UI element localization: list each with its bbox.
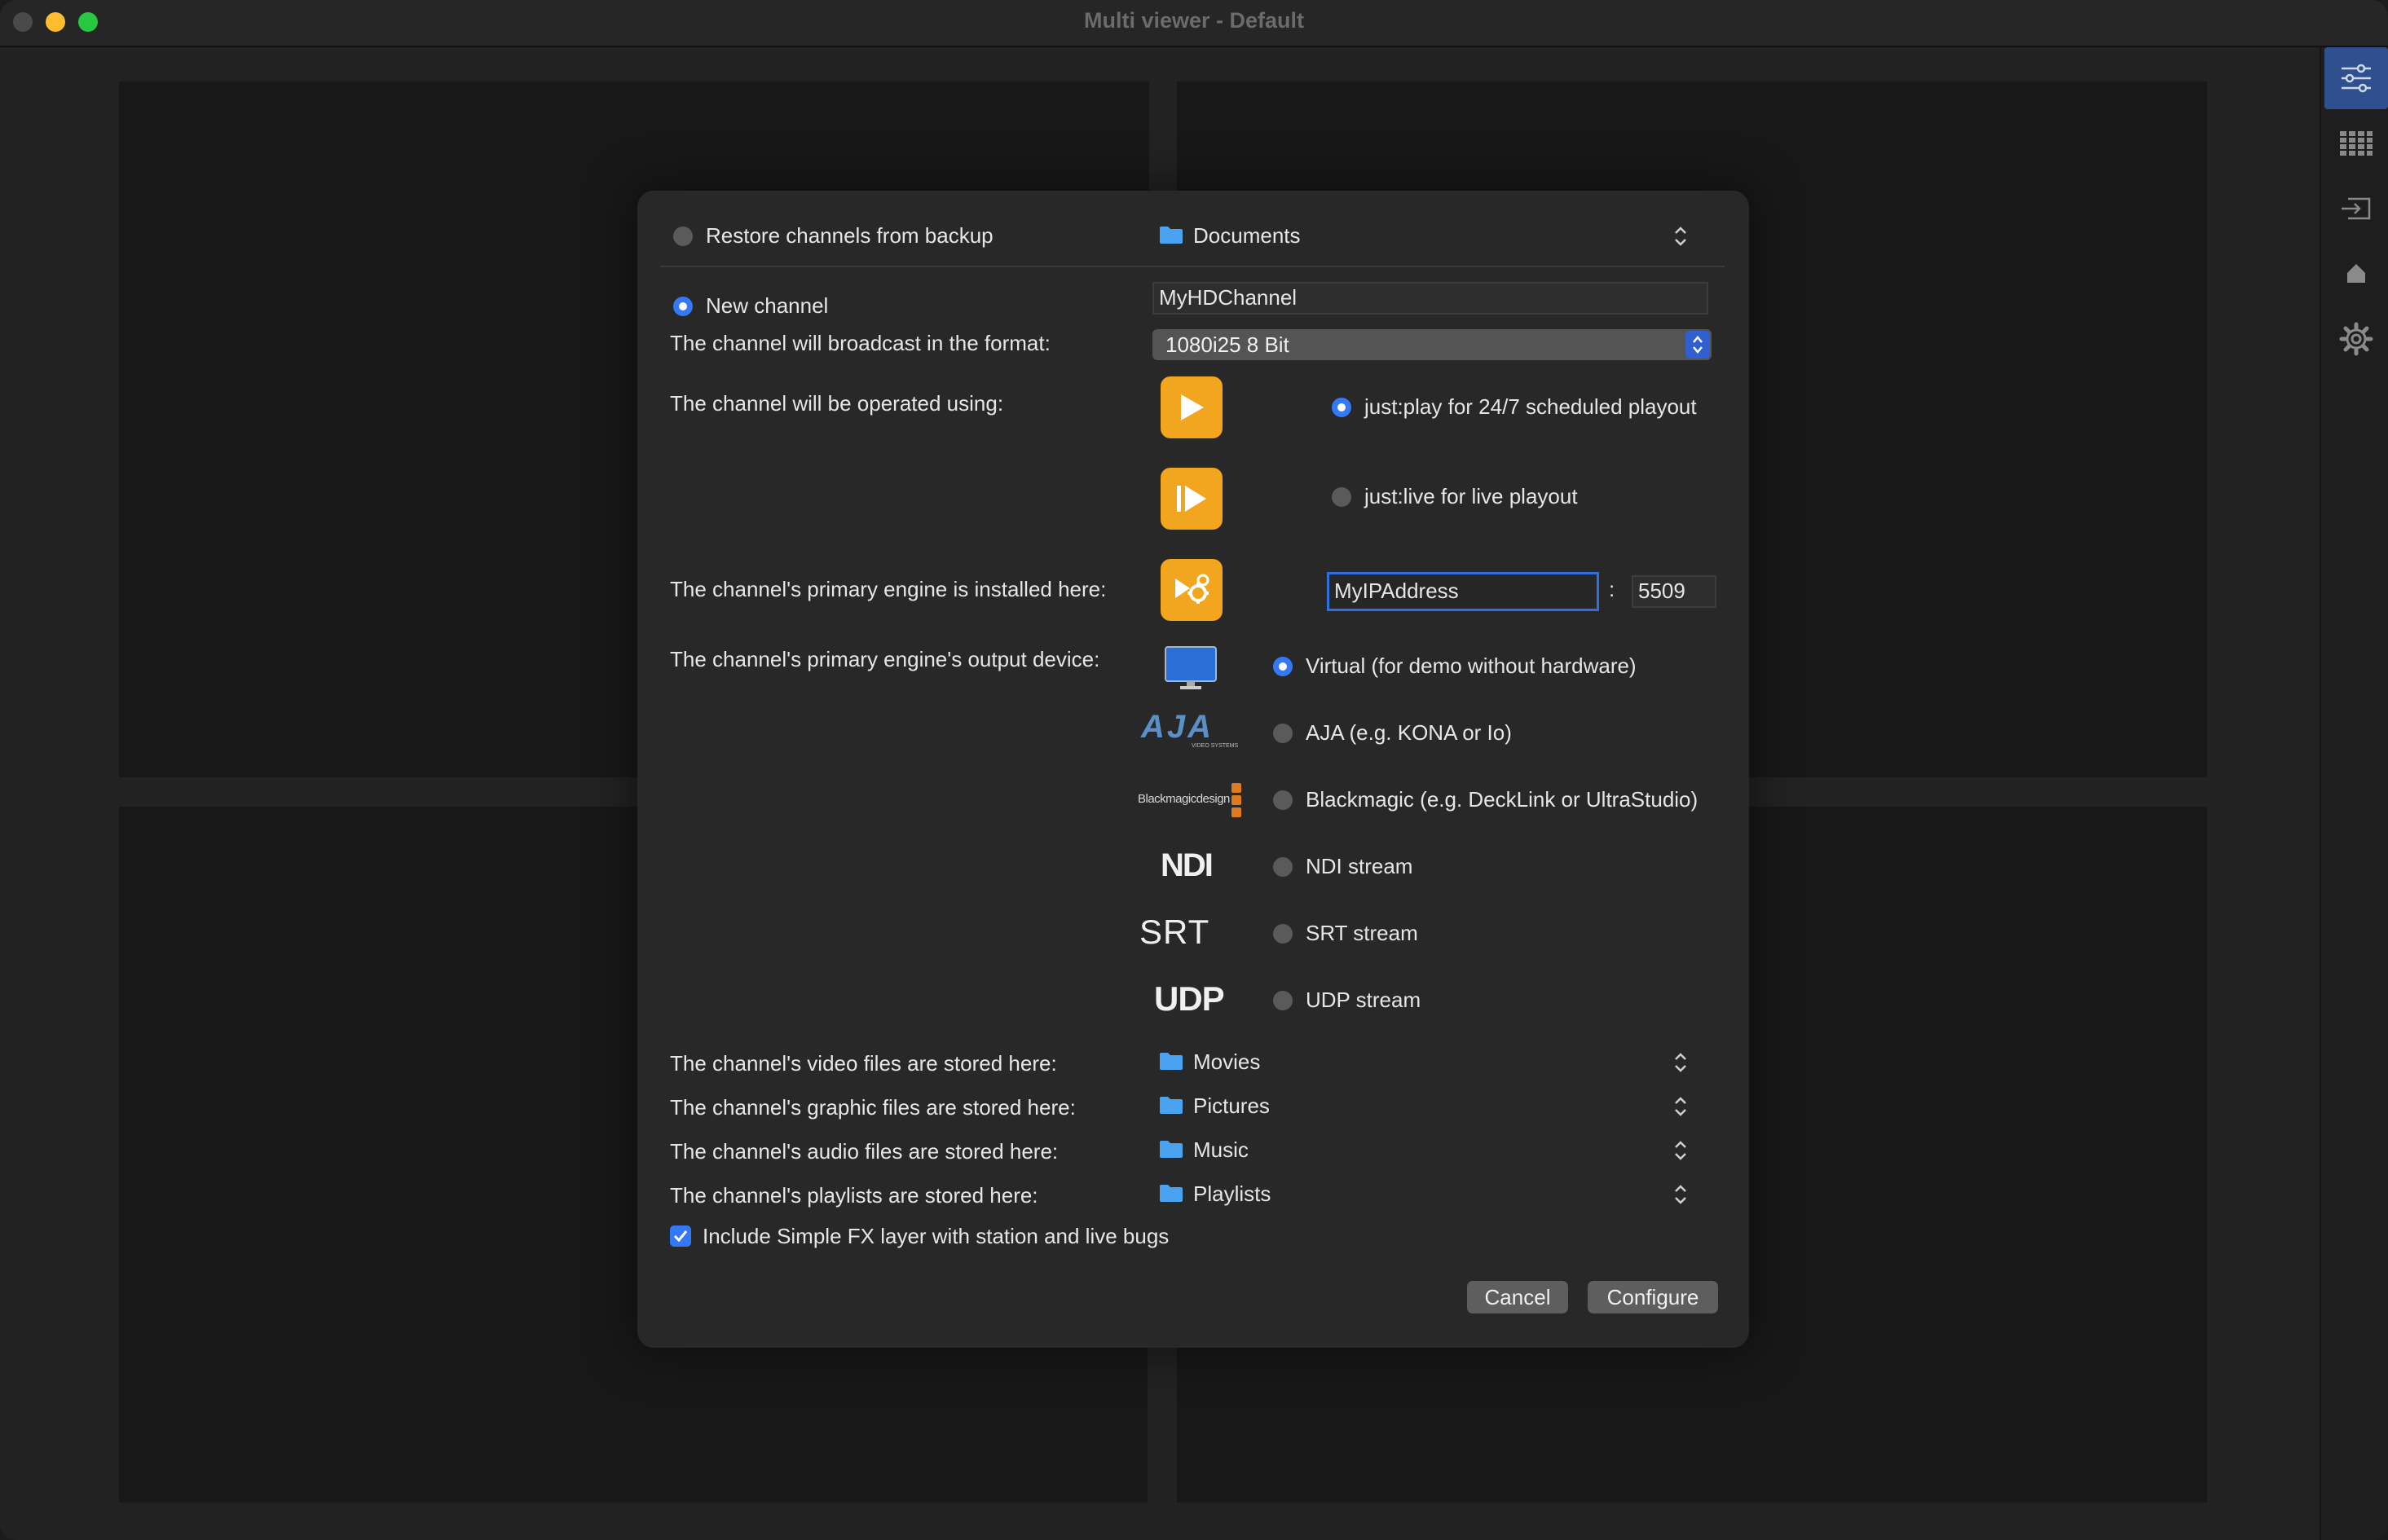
output-srt-radio[interactable] — [1273, 924, 1293, 944]
folder-icon — [1160, 1141, 1183, 1158]
output-label: The channel's primary engine's output de… — [670, 647, 1100, 671]
configure-button[interactable]: Configure — [1588, 1281, 1718, 1313]
grid-icon — [2340, 131, 2373, 156]
chevron-updown-icon — [1675, 227, 1686, 246]
output-virtual-label: Virtual (for demo without hardware) — [1306, 653, 1637, 678]
output-blackmagic-label: Blackmagic (e.g. DeckLink or UltraStudio… — [1306, 787, 1698, 812]
backup-folder-popup[interactable]: Documents — [1159, 220, 1694, 253]
chevron-updown-icon — [1675, 1141, 1686, 1160]
folder-icon — [1160, 1185, 1183, 1202]
input-button[interactable] — [2324, 178, 2388, 240]
right-sidebar — [2320, 47, 2388, 1540]
app-window: Multi viewer - Default Restore channels … — [0, 0, 2388, 1540]
just-live-label: just:live for live playout — [1364, 484, 1578, 508]
notifications-button[interactable] — [2324, 243, 2388, 305]
audio-folder-popup[interactable]: Music — [1159, 1136, 1694, 1165]
format-value: 1080i25 8 Bit — [1165, 332, 1289, 357]
video-folder-popup[interactable]: Movies — [1159, 1048, 1694, 1077]
simple-fx-label: Include Simple FX layer with station and… — [703, 1224, 1170, 1248]
folder-icon — [1160, 227, 1183, 244]
format-label: The channel will broadcast in the format… — [670, 331, 1051, 355]
blackmagic-logo: Blackmagicdesign — [1138, 792, 1230, 806]
aja-logo-sub: VIDEO SYSTEMS — [1192, 743, 1239, 749]
engine-host-input[interactable]: MyIPAddress — [1327, 572, 1599, 611]
grid-button[interactable] — [2324, 112, 2388, 174]
format-select-arrow — [1685, 331, 1710, 359]
cancel-button[interactable]: Cancel — [1467, 1281, 1568, 1313]
output-aja-radio[interactable] — [1273, 724, 1293, 743]
restore-radio[interactable] — [673, 227, 693, 246]
just-live-radio[interactable] — [1332, 487, 1351, 507]
input-icon — [2342, 197, 2371, 220]
graphic-storage-label: The channel's graphic files are stored h… — [670, 1095, 1076, 1120]
bell-icon — [2347, 264, 2365, 283]
checkmark-icon — [673, 1230, 688, 1243]
playlist-folder-popup[interactable]: Playlists — [1159, 1180, 1694, 1209]
output-ndi-radio[interactable] — [1273, 857, 1293, 877]
play-app-icon — [1161, 376, 1223, 438]
just-play-label: just:play for 24/7 scheduled playout — [1364, 394, 1697, 419]
playlist-storage-label: The channel's playlists are stored here: — [670, 1183, 1038, 1208]
ndi-logo: NDI — [1161, 847, 1214, 883]
output-blackmagic-radio[interactable] — [1273, 790, 1293, 810]
aja-logo: AJA — [1141, 709, 1214, 745]
window-title: Multi viewer - Default — [1083, 8, 1305, 33]
output-udp-radio[interactable] — [1273, 991, 1293, 1010]
new-channel-label: New channel — [706, 293, 829, 318]
channel-name-input[interactable]: MyHDChannel — [1152, 282, 1708, 315]
video-folder-value: Movies — [1193, 1049, 1261, 1074]
gear-icon — [2339, 322, 2373, 356]
udp-logo: UDP — [1154, 979, 1225, 1018]
chevron-updown-icon — [1675, 1185, 1686, 1204]
simple-fx-checkbox[interactable] — [670, 1225, 691, 1247]
divider — [660, 266, 1725, 267]
new-channel-radio[interactable] — [673, 297, 693, 316]
output-virtual-radio[interactable] — [1273, 657, 1293, 676]
play-icon — [1181, 394, 1204, 420]
output-udp-label: UDP stream — [1306, 988, 1421, 1012]
engine-app-icon — [1161, 559, 1223, 621]
graphic-folder-value: Pictures — [1193, 1093, 1270, 1118]
engine-gears-icon — [1175, 574, 1209, 604]
new-channel-dialog: Restore channels from backup Documents N… — [637, 191, 1749, 1348]
srt-logo: SRT — [1139, 913, 1210, 951]
sliders-icon — [2342, 64, 2371, 93]
playlist-folder-value: Playlists — [1193, 1181, 1271, 1206]
backup-folder-value: Documents — [1193, 223, 1301, 248]
output-aja-label: AJA (e.g. KONA or Io) — [1306, 720, 1512, 745]
chevron-updown-icon — [1693, 336, 1703, 354]
settings-button[interactable] — [2324, 308, 2388, 370]
just-play-radio[interactable] — [1332, 398, 1351, 417]
restore-label: Restore channels from backup — [706, 223, 994, 248]
folder-icon — [1160, 1053, 1183, 1070]
live-app-icon — [1161, 468, 1223, 530]
chevron-updown-icon — [1675, 1097, 1686, 1116]
output-ndi-label: NDI stream — [1306, 854, 1413, 878]
folder-icon — [1160, 1097, 1183, 1114]
engine-label: The channel's primary engine is installe… — [670, 577, 1107, 601]
title-bar: Multi viewer - Default — [0, 0, 2388, 47]
engine-port-input[interactable]: 5509 — [1632, 575, 1716, 608]
monitor-icon — [1165, 646, 1217, 689]
live-play-icon — [1177, 486, 1206, 512]
host-port-separator: : — [1609, 577, 1615, 601]
video-storage-label: The channel's video files are stored her… — [670, 1051, 1057, 1076]
audio-storage-label: The channel's audio files are stored her… — [670, 1139, 1059, 1164]
operated-label: The channel will be operated using: — [670, 391, 1004, 416]
audio-folder-value: Music — [1193, 1137, 1249, 1162]
chevron-updown-icon — [1675, 1053, 1686, 1072]
sliders-button[interactable] — [2324, 47, 2388, 109]
format-select[interactable]: 1080i25 8 Bit — [1152, 329, 1712, 360]
graphic-folder-popup[interactable]: Pictures — [1159, 1092, 1694, 1121]
output-srt-label: SRT stream — [1306, 921, 1418, 945]
blackmagic-logo-mark — [1231, 783, 1241, 817]
